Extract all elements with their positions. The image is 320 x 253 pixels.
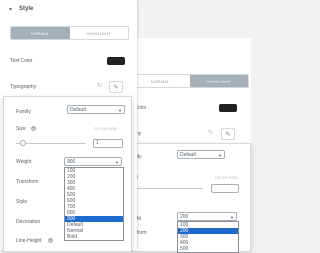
style-tabs: NORMAL HIGHLIGHT [130,74,249,88]
decoration-label: Decoration [16,219,41,225]
collapse-caret-icon[interactable]: ▾ [9,6,12,13]
weight-select[interactable]: 900 ▼ [64,157,122,166]
chevron-down-icon: ▼ [218,153,222,158]
weight-label: Weight [16,159,32,165]
color-swatch[interactable] [219,104,237,112]
reset-icon[interactable]: ↻ [97,82,102,89]
family-select[interactable]: Default ▼ [67,105,125,114]
highlight-style-panel: yle NORMAL HIGHLIGHT ght Color graphy ✎ … [125,38,251,253]
size-slider-track[interactable] [16,143,86,144]
weight-select[interactable]: 200 ▼ [177,212,237,221]
responsive-icon[interactable]: ▭ [31,126,36,131]
section-title: Style [19,6,34,12]
reset-icon[interactable]: ↻ [208,129,213,136]
weight-option[interactable]: Bold [65,234,123,240]
pencil-icon: ✎ [225,131,231,138]
family-select[interactable]: Default ▼ [177,150,225,159]
text-color-swatch[interactable] [107,57,125,65]
size-input[interactable]: 1 [93,139,123,148]
line-height-label: Line-Height [16,238,42,244]
style-label: Style [16,199,28,205]
style-tabs: NORMAL HIGHLIGHT [10,26,129,40]
size-units[interactable]: PX EM REM [94,126,116,131]
typography-label: Typography [10,84,37,90]
family-value: Default [180,152,196,158]
size-label: Size [16,126,26,132]
family-label: Family [16,109,31,115]
weight-dropdown-list[interactable]: 100 200 300 400 500 [177,221,239,253]
text-color-label: Text Color [10,58,33,64]
weight-dropdown-list[interactable]: 100 200 300 400 500 600 700 800 900 Defa… [64,167,124,241]
size-value: 1 [96,140,99,146]
weight-option[interactable]: 500 [178,246,238,252]
typography-edit-button[interactable]: ✎ [221,128,235,140]
size-input[interactable] [211,184,239,193]
tab-normal[interactable]: NORMAL [11,27,70,39]
typography-popup: Family Default ▼ Size ▭ PX EM REM 1 Weig… [3,96,132,252]
typography-edit-button[interactable]: ✎ [109,81,123,93]
tab-normal[interactable]: NORMAL [131,75,190,87]
weight-value: 200 [180,214,189,220]
tab-highlight[interactable]: HIGHLIGHT [69,27,128,39]
chevron-down-icon: ▼ [118,108,122,113]
family-value: Default [70,107,86,113]
size-slider-handle[interactable] [20,140,26,146]
normal-style-panel: ▾ Style NORMAL HIGHLIGHT Text Color Typo… [0,0,137,252]
tab-highlight[interactable]: HIGHLIGHT [189,75,248,87]
responsive-icon[interactable]: ▭ [48,238,53,243]
typography-popup: nily Default ▼ ▭ PX EM REM ght 200 ▼ 100… [132,143,251,253]
chevron-down-icon: ▼ [115,160,119,165]
weight-value: 900 [67,159,76,165]
transform-label: Transform [16,179,39,185]
pencil-icon: ✎ [113,84,119,91]
size-slider-track[interactable] [133,188,203,189]
size-units[interactable]: PX EM REM [215,175,237,180]
